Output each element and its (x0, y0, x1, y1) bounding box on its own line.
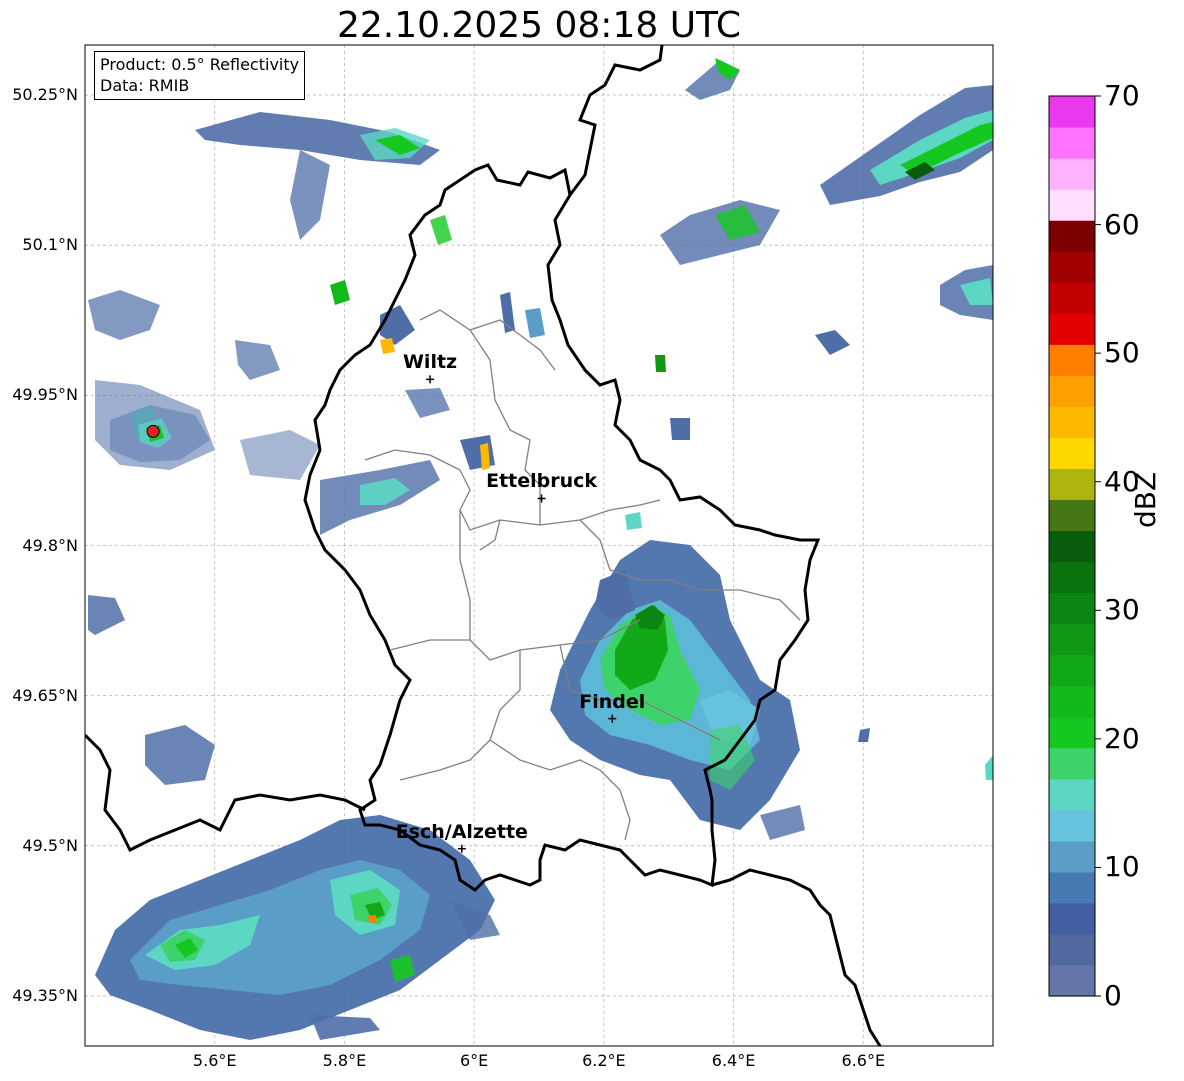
city-label: Findel (579, 690, 646, 713)
colorbar-swatch (1049, 871, 1095, 904)
radar-site-marker (146, 424, 160, 438)
colorbar-swatch (1049, 654, 1095, 687)
colorbar-swatch (1049, 809, 1095, 842)
colorbar-tick-label: 20 (1104, 721, 1140, 755)
colorbar-swatch (1049, 313, 1095, 345)
lon-tick-label: 5.6°E (192, 1051, 237, 1070)
colorbar-tick-label: 70 (1104, 79, 1140, 112)
colorbar-swatch (1049, 251, 1095, 283)
colorbar-swatch (1049, 96, 1095, 128)
colorbar-swatch (1049, 716, 1095, 749)
lat-tick-label: 49.8°N (22, 535, 78, 555)
colorbar-swatch (1049, 437, 1095, 470)
colorbar-swatch (1049, 127, 1095, 159)
lon-tick-label: 6°E (459, 1051, 489, 1070)
lat-tick-label: 49.35°N (12, 985, 78, 1005)
colorbar-tick-label: 50 (1104, 336, 1140, 370)
city-label: Ettelbruck (486, 470, 598, 493)
colorbar-swatch (1049, 685, 1095, 718)
colorbar-swatch (1049, 623, 1095, 656)
lon-tick-label: 6.6°E (841, 1051, 886, 1070)
colorbar-swatch (1049, 561, 1095, 594)
colorbar-swatch (1049, 158, 1095, 190)
colorbar-swatch (1049, 964, 1095, 997)
colorbar-swatch (1049, 375, 1095, 407)
colorbar-swatch (1049, 189, 1095, 221)
colorbar-swatch (1049, 468, 1095, 501)
city-label: Wiltz (402, 351, 458, 374)
colorbar-tick-label: 30 (1104, 593, 1140, 627)
colorbar-swatch (1049, 530, 1095, 563)
colorbar-swatch (1049, 344, 1095, 376)
city-label: Esch/Alzette (395, 820, 528, 843)
colorbar-swatch (1049, 933, 1095, 966)
colorbar-swatch (1049, 902, 1095, 935)
lon-tick-label: 5.8°E (322, 1051, 367, 1070)
colorbar-swatch (1049, 282, 1095, 314)
lat-tick-label: 49.65°N (12, 685, 78, 705)
colorbar-tick-label: 60 (1104, 207, 1140, 241)
colorbar-swatch (1049, 499, 1095, 532)
lat-tick-label: 49.5°N (22, 835, 78, 855)
colorbar-swatch (1049, 747, 1095, 780)
lat-tick-label: 50.25°N (12, 85, 78, 105)
lon-tick-label: 6.4°E (711, 1051, 756, 1070)
colorbar-swatch (1049, 840, 1095, 873)
colorbar-swatch (1049, 406, 1095, 438)
colorbar-swatch (1049, 220, 1095, 252)
colorbar-swatch (1049, 778, 1095, 811)
data-source-text: Data: RMIB (100, 76, 190, 95)
lat-tick-label: 50.1°N (22, 235, 78, 255)
product-text: Product: 0.5° Reflectivity (100, 55, 300, 74)
colorbar-tick-label: 10 (1104, 850, 1140, 884)
colorbar (1048, 95, 1101, 997)
colorbar-tick-label: 0 (1104, 979, 1122, 1012)
lat-tick-label: 49.95°N (12, 385, 78, 405)
radar-map (84, 44, 994, 1047)
colorbar-swatch (1049, 592, 1095, 625)
colorbar-label: dBZ (1129, 471, 1162, 528)
lon-tick-label: 6.2°E (582, 1051, 626, 1070)
product-info-box: Product: 0.5° Reflectivity Data: RMIB (94, 51, 306, 100)
